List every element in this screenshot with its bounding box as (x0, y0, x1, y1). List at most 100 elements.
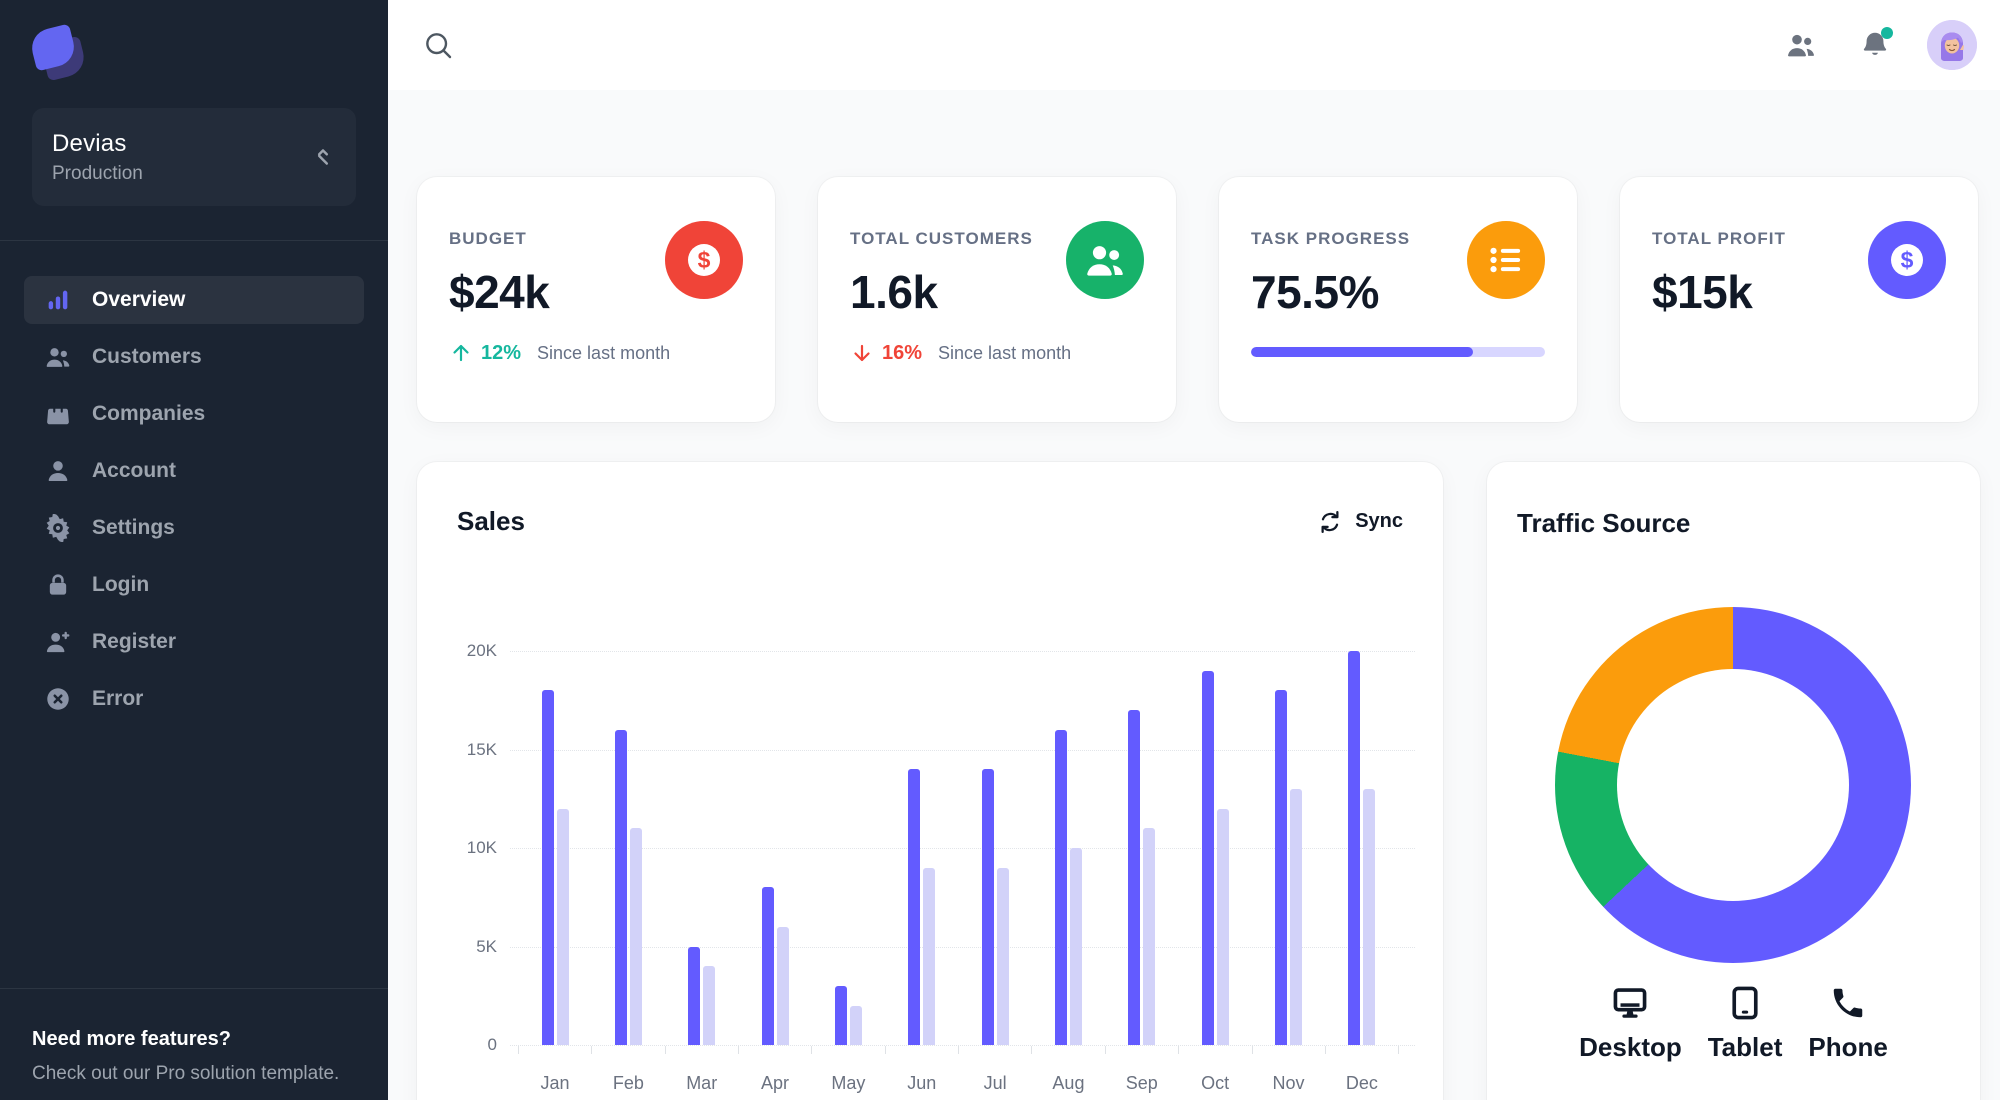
stat-value: 75.5% (1251, 266, 1379, 318)
users-icon (46, 348, 70, 367)
topbar-actions (1779, 20, 1977, 70)
x-axis-tick (1324, 1046, 1326, 1054)
bar-this-year (614, 729, 627, 1045)
chart-bar-icon (48, 290, 68, 310)
phone-icon (1833, 988, 1863, 1018)
bar-last-year (1143, 828, 1156, 1045)
footer-subtitle: Check out our Pro solution template. (32, 1063, 340, 1084)
sidebar-nav: Overview Customers Companies Account Set… (24, 276, 364, 732)
x-axis-tick (1251, 1046, 1253, 1054)
shopping-bag-icon (47, 403, 69, 425)
sidebar-footer: Need more features? Check out our Pro so… (32, 1028, 362, 1085)
stat-value: $15k (1652, 266, 1753, 318)
x-axis-tick (1178, 1046, 1180, 1054)
devias-logo-icon (27, 23, 88, 82)
stat-label: TASK PROGRESS (1251, 229, 1411, 248)
budget-avatar: $ (665, 221, 743, 299)
profit-avatar: $ (1868, 221, 1946, 299)
bar-last-year (1290, 788, 1302, 1045)
bar-last-year (703, 966, 716, 1045)
x-axis-tick (1104, 1046, 1106, 1054)
dashboard-app: Devias Production Overview Customers Com… (0, 0, 2000, 1100)
sidebar-item-login[interactable]: Login (24, 561, 364, 609)
search-button[interactable] (416, 23, 460, 67)
bar-this-year (908, 769, 921, 1045)
sales-card: Sales Sync 0 5K 10K 15K 20K Jan Feb Mar Apr May Ju… (417, 462, 1443, 1100)
bar-this-year (981, 769, 994, 1045)
sidebar-item-error[interactable]: Error (24, 675, 364, 723)
contacts-button[interactable] (1779, 23, 1823, 67)
sidebar-item-settings[interactable]: Settings (24, 504, 364, 552)
stat-value: $24k (449, 266, 550, 318)
bar-last-year (1069, 848, 1082, 1045)
sidebar-divider-top (0, 240, 388, 241)
x-axis-tick (1031, 1046, 1033, 1054)
workspace-name: Devias (52, 129, 127, 157)
dollar-circle-icon: $ (688, 244, 720, 276)
stat-label: BUDGET (449, 229, 527, 248)
x-axis-tick (958, 1046, 960, 1054)
x-axis-tick (518, 1046, 519, 1054)
bar-this-year (761, 887, 774, 1045)
stat-value: 1.6k (850, 266, 938, 318)
y-axis-tick-label: 15K (466, 739, 497, 759)
x-axis-month-label: Apr (761, 1073, 790, 1093)
device-label: Phone (1808, 1032, 1888, 1062)
sidebar-item-label: Companies (92, 402, 206, 425)
sidebar-item-customers[interactable]: Customers (24, 333, 364, 381)
x-axis-month-label: Jul (983, 1073, 1007, 1093)
stat-card-budget: BUDGET $24k $ 12% Since last month (417, 177, 775, 422)
task-progress-bar (1251, 347, 1545, 357)
sidebar-divider-bottom (0, 988, 388, 989)
task-progress-fill (1251, 347, 1473, 357)
x-axis-tick (664, 1046, 666, 1054)
x-axis-month-label: Dec (1345, 1073, 1378, 1093)
sidebar-item-overview[interactable]: Overview (24, 276, 364, 324)
desktop-icon (1614, 988, 1647, 1018)
sidebar-item-label: Register (92, 630, 177, 653)
bar-this-year (688, 946, 701, 1045)
y-axis-tick-label: 20K (466, 641, 497, 660)
bar-this-year (1054, 729, 1067, 1045)
sidebar-item-account[interactable]: Account (24, 447, 364, 495)
x-axis-tick (811, 1046, 813, 1054)
sidebar-item-companies[interactable]: Companies (24, 390, 364, 438)
workspace-selector[interactable]: Devias Production (32, 108, 356, 206)
sidebar-item-label: Error (92, 687, 144, 710)
user-plus-icon (46, 631, 70, 653)
x-axis-tick (591, 1046, 593, 1054)
dollar-circle-icon: $ (1891, 244, 1923, 276)
bar-last-year (776, 926, 789, 1045)
trend-caption: Since last month (537, 342, 671, 363)
traffic-donut-chart (1555, 607, 1911, 963)
x-axis-month-label: Aug (1052, 1073, 1085, 1093)
search-icon (426, 33, 452, 59)
sidebar: Devias Production Overview Customers Com… (0, 0, 388, 1100)
customers-avatar (1066, 221, 1144, 299)
users-icon (1788, 34, 1814, 57)
avatar-image (1927, 20, 1977, 70)
stat-label: TOTAL PROFIT (1652, 229, 1786, 248)
stats-row: BUDGET $24k $ 12% Since last month TOTAL… (417, 177, 1978, 422)
x-axis-month-label: Nov (1272, 1073, 1305, 1093)
bar-last-year (849, 1005, 862, 1045)
list-bullets-icon (1490, 247, 1521, 273)
notification-badge (1881, 27, 1893, 39)
x-axis-month-label: Jun (907, 1073, 937, 1093)
avatar[interactable] (1927, 20, 1977, 70)
bar-last-year (556, 808, 569, 1045)
traffic-source-card: Traffic Source Desktop Tablet Phone (1487, 462, 1980, 1100)
stat-card-total-profit: TOTAL PROFIT $15k $ (1620, 177, 1978, 422)
user-icon (48, 461, 68, 482)
tablet-icon (1732, 986, 1758, 1020)
x-axis-month-label: Oct (1201, 1073, 1230, 1093)
unfold-chevrons-icon (317, 149, 329, 165)
sidebar-item-register[interactable]: Register (24, 618, 364, 666)
traffic-source-title: Traffic Source (1517, 508, 1691, 538)
trend-value: 12% (481, 341, 522, 364)
x-axis-tick (738, 1046, 740, 1054)
task-progress-avatar (1467, 221, 1545, 299)
notifications-button[interactable] (1853, 23, 1897, 67)
main-area: BUDGET $24k $ 12% Since last month TOTAL… (388, 0, 2000, 1100)
svg-text:$: $ (1901, 247, 1914, 273)
